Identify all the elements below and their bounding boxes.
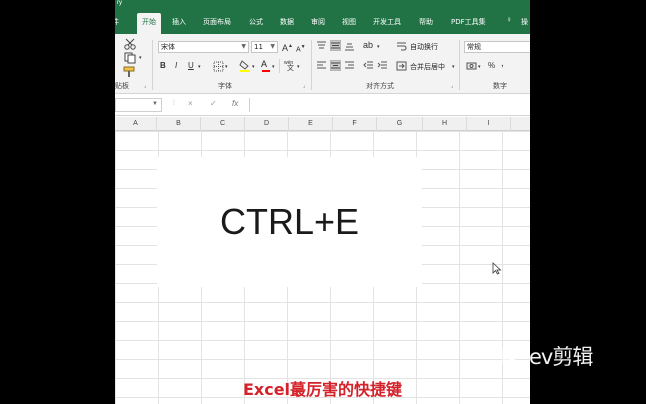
underline-dropdown-icon[interactable]: ▾ — [198, 62, 201, 72]
ribbon-divider — [459, 40, 460, 90]
shrink-font-button[interactable]: A▼ — [296, 42, 306, 55]
watermark-text: ev剪辑 — [529, 345, 593, 369]
increase-indent-icon[interactable] — [377, 60, 388, 71]
formula-bar: ▼ ⋮ × ✓ fx — [115, 94, 530, 116]
phonetic-icon: 文 — [287, 65, 294, 72]
column-header-a[interactable]: A — [115, 117, 157, 131]
wrap-text-icon[interactable] — [396, 41, 407, 51]
ribbon-divider — [311, 40, 312, 90]
shortcut-card: CTRL+E — [157, 157, 422, 287]
font-color-button[interactable]: A — [261, 59, 267, 69]
tab-formulas[interactable]: 公式 — [249, 17, 263, 27]
tab-data[interactable]: 数据 — [280, 17, 294, 27]
phonetic-dropdown-icon[interactable]: ▾ — [297, 62, 300, 72]
align-right-icon[interactable] — [344, 60, 355, 71]
clipboard-group-label: 贴板 — [115, 82, 129, 90]
copy-dropdown-icon[interactable]: ▾ — [139, 53, 142, 63]
more-options-icon[interactable]: ⋮ — [171, 99, 177, 106]
chevron-down-icon: ▼ — [152, 101, 158, 107]
orientation-icon[interactable]: ab — [363, 40, 373, 50]
column-header-b[interactable]: B — [157, 117, 201, 131]
lightbulb-icon[interactable]: ♀ — [506, 15, 512, 24]
align-center-button[interactable] — [330, 60, 341, 71]
font-launcher-icon[interactable]: ⌟ — [303, 83, 305, 89]
tab-operate[interactable]: 操 — [521, 17, 528, 27]
column-header-f[interactable]: F — [333, 117, 377, 131]
formula-input[interactable] — [249, 98, 530, 112]
tab-home[interactable]: 开始 — [137, 13, 161, 34]
name-box[interactable]: ▼ — [115, 98, 162, 112]
number-format-select[interactable]: 常规 — [464, 41, 530, 53]
tab-review[interactable]: 审阅 — [311, 17, 325, 27]
align-top-icon[interactable] — [316, 40, 327, 51]
font-color-dropdown-icon[interactable]: ▾ — [272, 62, 275, 72]
tab-pdf-tools[interactable]: PDF工具集 — [451, 17, 486, 27]
bold-button[interactable]: B — [160, 61, 166, 71]
decrease-indent-icon[interactable] — [363, 60, 374, 71]
comma-button[interactable]: , — [501, 59, 504, 69]
number-group-label: 数字 — [493, 82, 507, 90]
accounting-format-icon[interactable] — [466, 61, 477, 71]
column-header-g[interactable]: G — [377, 117, 423, 131]
merge-dropdown-icon[interactable]: ▾ — [452, 62, 455, 72]
italic-button[interactable]: I — [175, 61, 177, 71]
ribbon-divider — [279, 59, 280, 73]
tab-help[interactable]: 帮助 — [419, 17, 433, 27]
copy-icon[interactable] — [123, 52, 137, 64]
chevron-down-icon: ▼ — [241, 43, 246, 50]
fill-color-dropdown-icon[interactable]: ▾ — [252, 62, 255, 72]
ribbon-tab-bar: ry 件 开始 插入 页面布局 公式 数据 审阅 视图 开发工具 帮助 PDF工… — [115, 0, 530, 34]
tab-view[interactable]: 视图 — [342, 17, 356, 27]
align-middle-button[interactable] — [330, 40, 341, 51]
merge-center-button[interactable]: 合并后居中 — [410, 62, 445, 72]
tab-page-layout[interactable]: 页面布局 — [203, 17, 231, 27]
mouse-cursor-icon — [492, 262, 502, 275]
ribbon-home: ▾ 贴板 ⌟ 宋体 ▼ 11 ▼ A▲ A▼ B I U ▾ ▾ ▾ A ▾ wén… — [115, 34, 530, 94]
alignment-launcher-icon[interactable]: ⌟ — [451, 83, 453, 89]
cut-icon[interactable] — [123, 38, 137, 50]
ribbon-divider — [152, 40, 153, 90]
borders-dropdown-icon[interactable]: ▾ — [225, 62, 228, 72]
accounting-dropdown-icon[interactable]: ▾ — [478, 62, 481, 72]
percent-button[interactable]: % — [488, 61, 495, 71]
title-fragment: ry — [117, 0, 122, 6]
font-name-select[interactable]: 宋体 ▼ — [158, 41, 249, 53]
column-header-i[interactable]: I — [467, 117, 511, 131]
video-caption: Excel蕞厉害的快捷键 — [242, 380, 403, 399]
merge-center-icon[interactable] — [396, 61, 407, 71]
align-bottom-icon[interactable] — [344, 40, 355, 51]
shortcut-text: CTRL+E — [219, 201, 360, 242]
column-header-d[interactable]: D — [245, 117, 289, 131]
underline-button[interactable]: U — [188, 61, 194, 71]
clipboard-launcher-icon[interactable]: ⌟ — [144, 83, 146, 89]
tab-file[interactable]: 件 — [115, 17, 119, 27]
font-size-select[interactable]: 11 ▼ — [251, 41, 278, 53]
column-header-e[interactable]: E — [289, 117, 333, 131]
cancel-button[interactable]: × — [188, 99, 193, 108]
ev-watermark: ev剪辑 — [499, 340, 593, 372]
alignment-group-label: 对齐方式 — [366, 82, 394, 90]
wrap-text-button[interactable]: 自动换行 — [410, 42, 438, 52]
column-header-row: A B C D E F G H I — [115, 117, 530, 131]
font-color-swatch — [262, 70, 270, 72]
fill-color-icon[interactable] — [239, 59, 251, 72]
borders-icon[interactable] — [213, 61, 224, 72]
grow-font-button[interactable]: A▲ — [282, 41, 293, 53]
ev-logo-icon — [502, 347, 519, 365]
chevron-down-icon: ▼ — [270, 43, 275, 50]
column-header-c[interactable]: C — [201, 117, 245, 131]
format-painter-icon[interactable] — [123, 66, 137, 78]
tab-developer[interactable]: 开发工具 — [373, 17, 401, 27]
orientation-dropdown-icon[interactable]: ▾ — [377, 42, 380, 52]
column-header-h[interactable]: H — [423, 117, 467, 131]
font-group-label: 字体 — [218, 82, 232, 90]
enter-button[interactable]: ✓ — [210, 99, 217, 108]
align-left-icon[interactable] — [316, 60, 327, 71]
tab-insert[interactable]: 插入 — [172, 17, 186, 27]
insert-function-button[interactable]: fx — [232, 99, 238, 108]
